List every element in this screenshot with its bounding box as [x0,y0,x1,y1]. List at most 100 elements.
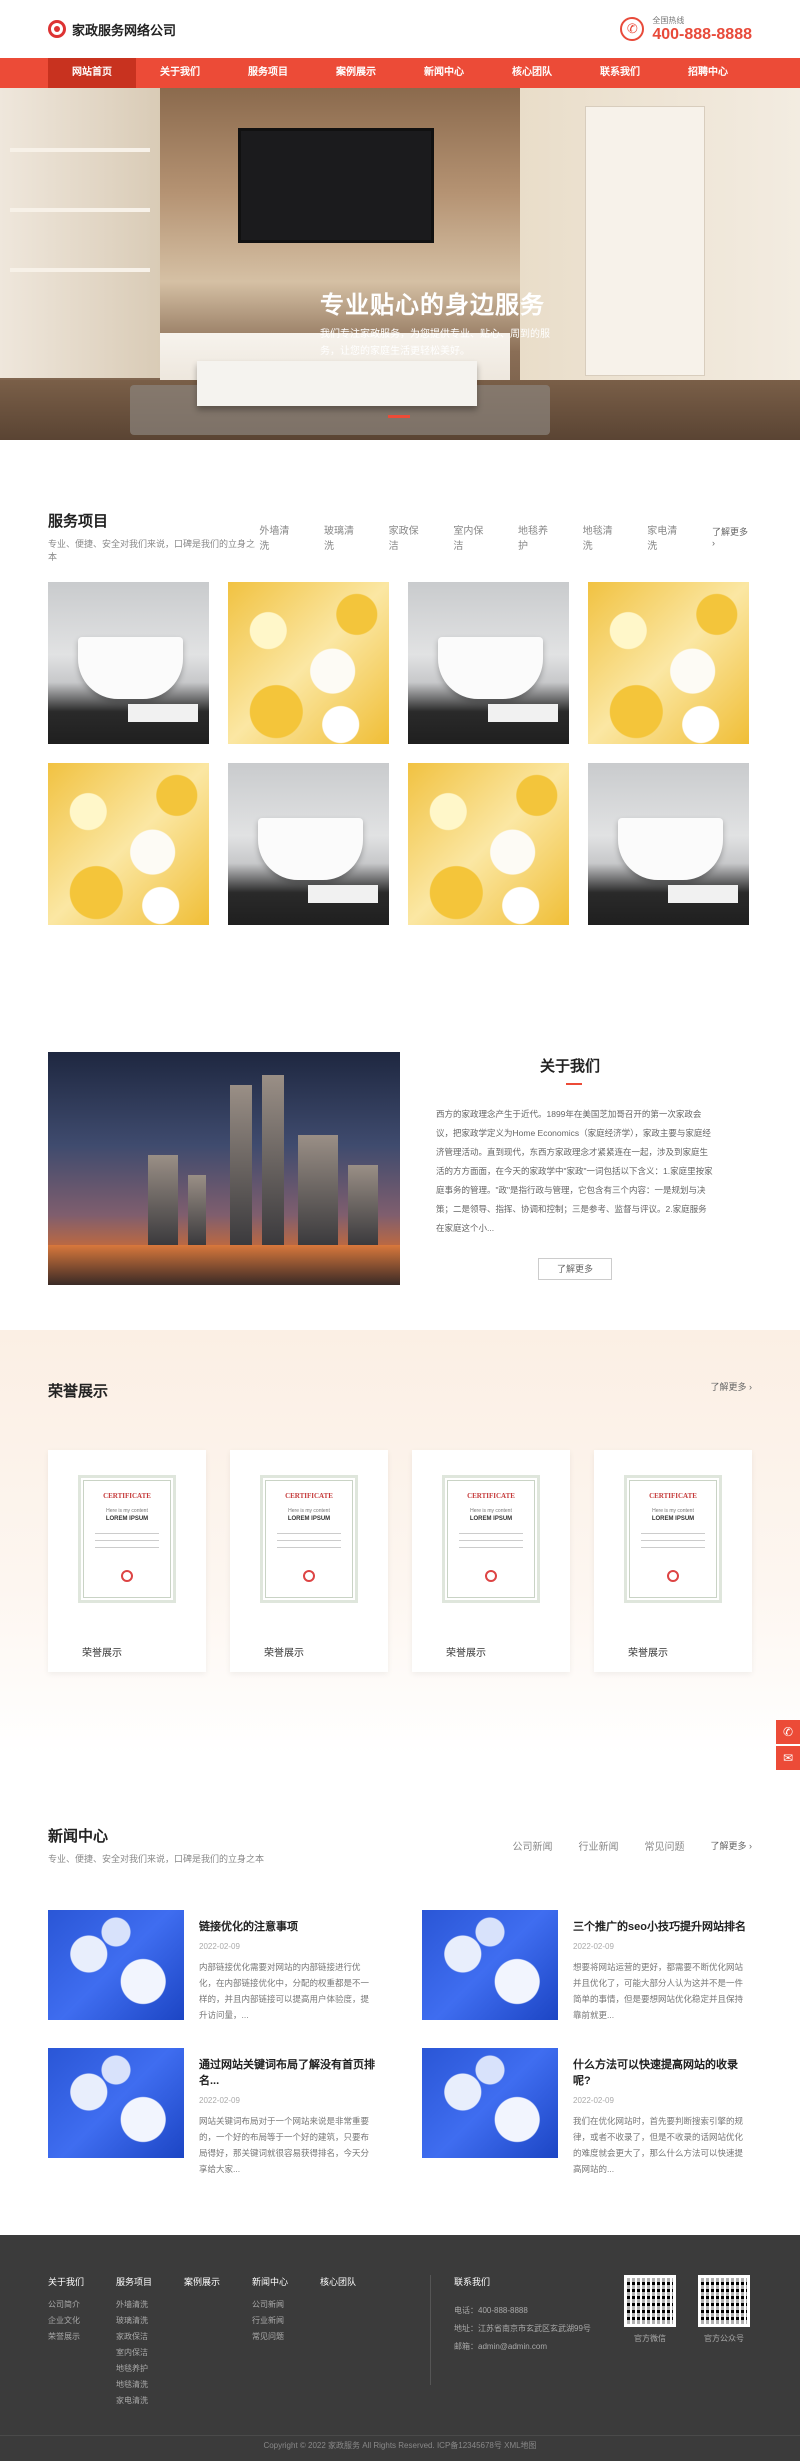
news-subtitle: 专业、便捷、安全对我们来说，口碑是我们的立身之本 [48,1854,265,1864]
honor-caption: 荣誉展示 [628,1648,668,1659]
news-item[interactable]: 三个推广的seo小技巧提升网站排名 2022-02-09 想要将网站运营的更好，… [422,1910,752,2020]
certificate-image: CERTIFICATE Here is my content LOREM IPS… [78,1475,176,1603]
news-item[interactable]: 通过网站关键词布局了解没有首页排名... 2022-02-09 网站关键词布局对… [48,2048,378,2174]
service-image[interactable] [48,582,209,744]
service-image[interactable] [408,763,569,925]
honor-title: 荣誉展示 [48,1383,109,1400]
tab-carpet-clean[interactable]: 地毯清洗 [583,522,622,552]
footer-link[interactable]: 玻璃清洗 [116,2313,148,2329]
footer-link[interactable]: 外墙清洗 [116,2297,148,2313]
banner-title: 专业贴心的身边服务 [320,292,545,319]
about-image [48,1052,400,1285]
footer-link[interactable]: 地毯养护 [116,2361,148,2377]
nav-item-about[interactable]: 关于我们 [136,58,224,88]
certificate-image: CERTIFICATE Here is my content LOREM IPS… [442,1475,540,1603]
footer-link[interactable]: 室内保洁 [116,2345,148,2361]
logo-text: 家政服务网络公司 [72,22,177,38]
news-more-link[interactable]: 了解更多 › [711,1839,753,1852]
copyright: Copyright © 2022 家政服务 All Rights Reserve… [263,2441,537,2450]
honor-card[interactable]: CERTIFICATE Here is my content LOREM IPS… [48,1450,206,1672]
news-image[interactable] [422,2048,558,2158]
nav-item-services[interactable]: 服务项目 [224,58,312,88]
nav-item-team[interactable]: 核心团队 [488,58,576,88]
footer-col-about: 关于我们 公司简介 企业文化 荣誉展示 [48,2275,84,2409]
nav-item-cases[interactable]: 案例展示 [312,58,400,88]
footer-col-title[interactable]: 新闻中心 [252,2275,288,2288]
service-image[interactable] [588,763,749,925]
chat-icon[interactable]: ✉ [776,1746,800,1770]
about-text: 西方的家政理念产生于近代。1899年在美国芝加哥召开的第一次家政会议，把家政学定… [436,1109,713,1233]
news-item-date: 2022-02-09 [199,2096,240,2105]
services-more-link[interactable]: 了解更多 › [712,525,752,548]
footer-link[interactable]: 常见问题 [252,2329,284,2345]
footer-link[interactable]: 公司简介 [48,2297,80,2313]
footer-contact-title: 联系我们 [454,2277,491,2287]
nav-item-news[interactable]: 新闻中心 [400,58,488,88]
news-item-title[interactable]: 什么方法可以快速提高网站的收录呢? [573,2056,752,2088]
footer-col-title[interactable]: 服务项目 [116,2275,152,2288]
footer-link[interactable]: 地毯清洗 [116,2377,148,2393]
honor-more-link[interactable]: 了解更多 › [711,1380,753,1401]
footer-link[interactable]: 家电清洗 [116,2393,148,2409]
news-image[interactable] [48,1910,184,2020]
honor-card[interactable]: CERTIFICATE Here is my content LOREM IPS… [594,1450,752,1672]
nav-item-home[interactable]: 网站首页 [48,58,136,88]
banner-tv [238,128,434,243]
honor-card[interactable]: CERTIFICATE Here is my content LOREM IPS… [412,1450,570,1672]
footer-col-title[interactable]: 关于我们 [48,2275,84,2288]
tab-company-news[interactable]: 公司新闻 [513,1838,553,1853]
news-item-title[interactable]: 通过网站关键词布局了解没有首页排名... [199,2056,378,2088]
news-item[interactable]: 什么方法可以快速提高网站的收录呢? 2022-02-09 我们在优化网站时，首先… [422,2048,752,2174]
hotline-number: 400-888-8888 [652,25,752,43]
footer-col-services: 服务项目 外墙清洗 玻璃清洗 家政保洁 室内保洁 地毯养护 地毯清洗 家电清洗 [116,2275,152,2409]
banner-pager[interactable] [388,415,410,418]
service-image[interactable] [408,582,569,744]
news-item-title[interactable]: 三个推广的seo小技巧提升网站排名 [573,1918,748,1934]
news-image[interactable] [422,1910,558,2020]
footer-links: 关于我们 公司简介 企业文化 荣誉展示 服务项目 外墙清洗 玻璃清洗 家政保洁 … [48,2275,356,2409]
service-image[interactable] [228,763,389,925]
nav-item-jobs[interactable]: 招聘中心 [664,58,752,88]
news-item[interactable]: 链接优化的注意事项 2022-02-09 内部链接优化需要对网站的内部链接进行优… [48,1910,378,2020]
service-image[interactable] [48,763,209,925]
tab-industry-news[interactable]: 行业新闻 [579,1838,619,1853]
footer-link[interactable]: 荣誉展示 [48,2329,80,2345]
tab-carpet-care[interactable]: 地毯养护 [518,522,557,552]
honor-caption: 荣誉展示 [264,1648,304,1659]
news-tabs: 公司新闻 行业新闻 常见问题 了解更多 › [513,1825,753,1865]
about-title-underline [566,1083,582,1085]
footer-email[interactable]: 邮箱：admin@admin.com [454,2338,591,2356]
tab-exterior[interactable]: 外墙清洗 [259,522,298,552]
tab-glass[interactable]: 玻璃清洗 [324,522,363,552]
footer-link[interactable]: 公司新闻 [252,2297,284,2313]
about-section: 关于我们 西方的家政理念产生于近代。1899年在美国芝加哥召开的第一次家政会议，… [0,1000,800,1330]
news-item-desc: 网站关键词布局对于一个网站来说是非常重要的，一个好的布局等于一个好的建筑，只要布… [199,2116,370,2174]
news-image[interactable] [48,2048,184,2158]
footer-col-cases: 案例展示 [184,2275,220,2409]
phone-icon: ✆ [620,17,645,41]
news-item-title[interactable]: 链接优化的注意事项 [199,1918,374,1934]
logo[interactable]: 家政服务网络公司 [48,20,176,39]
honor-card[interactable]: CERTIFICATE Here is my content LOREM IPS… [230,1450,388,1672]
footer-col-title[interactable]: 核心团队 [320,2275,356,2288]
site-footer: 关于我们 公司简介 企业文化 荣誉展示 服务项目 外墙清洗 玻璃清洗 家政保洁 … [0,2235,800,2461]
tab-appliance[interactable]: 家电清洗 [647,522,686,552]
service-image[interactable] [228,582,389,744]
footer-phone: 电话：400-888-8888 [454,2306,528,2315]
tab-housekeeping[interactable]: 家政保洁 [389,522,428,552]
news-item-date: 2022-02-09 [573,2096,614,2105]
tab-faq[interactable]: 常见问题 [645,1838,685,1853]
news-item-desc: 想要将网站运营的更好，都需要不断优化网站并且优化了，可能大部分人认为这并不是一件… [573,1962,744,2020]
honor-grid: CERTIFICATE Here is my content LOREM IPS… [48,1450,752,1672]
about-more-button[interactable]: 了解更多 [538,1258,612,1280]
phone-icon[interactable]: ✆ [776,1720,800,1744]
footer-link[interactable]: 家政保洁 [116,2329,148,2345]
footer-link[interactable]: 行业新闻 [252,2313,284,2329]
news-item-desc: 内部链接优化需要对网站的内部链接进行优化，在内部链接优化中，分配的权重都是不一样… [199,1962,370,2020]
footer-link[interactable]: 企业文化 [48,2313,80,2329]
service-image[interactable] [588,582,749,744]
nav-item-contact[interactable]: 联系我们 [576,58,664,88]
tab-indoor[interactable]: 室内保洁 [453,522,492,552]
hotline: ✆ 全国热线 400-888-8888 [620,15,752,44]
footer-col-title[interactable]: 案例展示 [184,2275,220,2288]
